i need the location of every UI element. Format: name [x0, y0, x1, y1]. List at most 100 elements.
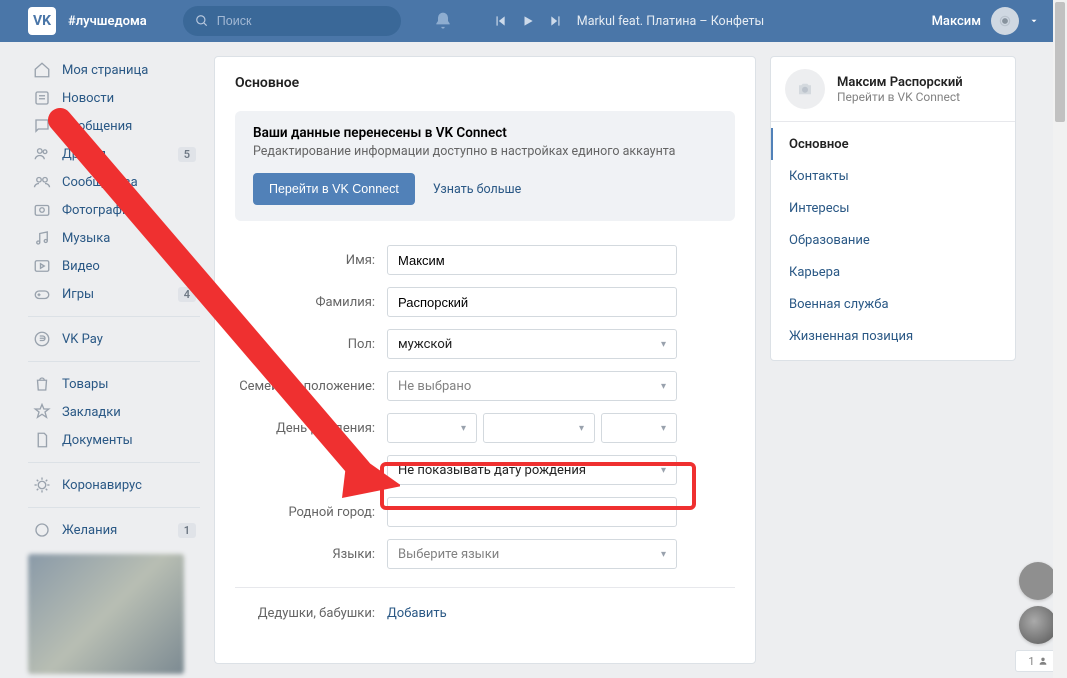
vk-logo[interactable]: VK [28, 7, 56, 35]
nav-docs[interactable]: Документы [28, 426, 200, 454]
tab-0[interactable]: Основное [771, 128, 1015, 160]
divider [235, 587, 735, 588]
profile-box[interactable]: Максим Распорский Перейти в VK Connect [771, 57, 1015, 122]
marital-select[interactable]: Не выбрано▾ [387, 371, 677, 401]
top-header: VK #лучшедома Markul feat. Платина – Кон… [0, 0, 1067, 42]
nav-market[interactable]: Товары [28, 370, 200, 398]
nav-music[interactable]: Музыка [28, 224, 200, 252]
nav-label: VK Pay [62, 332, 103, 347]
nav-separator [28, 361, 200, 362]
nav-label: Фотографии [62, 203, 137, 218]
covid-icon [32, 476, 52, 494]
friends-icon [32, 145, 52, 163]
name-label: Имя: [235, 253, 387, 268]
gender-select[interactable]: мужской▾ [387, 329, 677, 359]
search-icon [195, 14, 209, 28]
nav-groups[interactable]: Сообщества [28, 168, 200, 196]
nav-badge: 4 [178, 287, 196, 302]
nav-badge: 1 [178, 523, 196, 538]
bday-visibility-select[interactable]: Не показывать дату рождения▾ [387, 455, 677, 485]
banner-subtext: Редактирование информации доступно в нас… [253, 144, 717, 159]
nav-covid[interactable]: Коронавирус [28, 471, 200, 499]
banner-title: Ваши данные перенесены в VK Connect [253, 125, 717, 141]
home-icon [32, 61, 52, 79]
pay-icon [32, 330, 52, 348]
nav-label: Новости [62, 91, 114, 106]
tab-6[interactable]: Жизненная позиция [771, 320, 1015, 352]
right-sidebar: Максим Распорский Перейти в VK Connect О… [770, 56, 1016, 361]
nav-separator [28, 462, 200, 463]
news-icon [32, 89, 52, 107]
nav-msg[interactable]: Сообщения [28, 112, 200, 140]
nav-pay[interactable]: VK Pay [28, 325, 200, 353]
next-icon[interactable] [549, 14, 563, 28]
bday-year-select[interactable]: ▾ [601, 413, 677, 443]
goto-vk-connect-button[interactable]: Перейти в VK Connect [253, 173, 415, 205]
user-menu[interactable]: Максим [932, 7, 1057, 35]
bookmarks-icon [32, 403, 52, 421]
bday-label: День рождения: [235, 421, 387, 436]
bday-month-select[interactable]: ▾ [483, 413, 595, 443]
languages-select[interactable]: Выберите языки▾ [387, 539, 677, 569]
avatar-icon [991, 7, 1019, 35]
scrollbar-rail[interactable] [1053, 0, 1067, 678]
wishes-icon [32, 521, 52, 539]
chat-avatar[interactable] [1019, 606, 1057, 644]
nav-separator [28, 507, 200, 508]
tab-2[interactable]: Интересы [771, 192, 1015, 224]
nav-label: Сообщества [62, 175, 138, 190]
nav-bookmarks[interactable]: Закладки [28, 398, 200, 426]
games-icon [32, 285, 52, 303]
profile-name: Максим Распорский [837, 75, 963, 90]
nav-label: Музыка [62, 231, 110, 246]
prev-icon[interactable] [493, 14, 507, 28]
nav-games[interactable]: Игры4 [28, 280, 200, 308]
grandparents-label: Дедушки, бабушки: [235, 606, 387, 621]
nav-promo-thumb[interactable] [28, 554, 184, 674]
gender-label: Пол: [235, 337, 387, 352]
nav-photo[interactable]: Фотографии [28, 196, 200, 224]
nav-badge: 5 [178, 147, 196, 162]
surname-input[interactable] [387, 287, 677, 317]
tab-1[interactable]: Контакты [771, 160, 1015, 192]
surname-label: Фамилия: [235, 295, 387, 310]
search-box[interactable] [183, 6, 401, 36]
nav-label: Видео [62, 259, 100, 274]
marital-label: Семейное положение: [235, 379, 387, 394]
tab-5[interactable]: Военная служба [771, 288, 1015, 320]
bday-day-select[interactable]: ▾ [387, 413, 477, 443]
nav-label: Желания [62, 523, 117, 538]
search-input[interactable] [217, 14, 389, 28]
main-panel: Основное Ваши данные перенесены в VK Con… [214, 56, 756, 664]
chat-avatar[interactable] [1019, 562, 1057, 600]
name-input[interactable] [387, 245, 677, 275]
learn-more-link[interactable]: Узнать больше [433, 182, 521, 197]
bell-icon[interactable] [433, 11, 453, 31]
nav-friends[interactable]: Друзья5 [28, 140, 200, 168]
page-title: Основное [235, 75, 735, 91]
tagline: #лучшедома [68, 14, 147, 29]
user-name: Максим [932, 14, 981, 29]
tab-3[interactable]: Образование [771, 224, 1015, 256]
nav-label: Товары [62, 377, 108, 392]
play-icon[interactable] [521, 14, 535, 28]
nav-separator [28, 316, 200, 317]
nav-news[interactable]: Новости [28, 84, 200, 112]
nav-wishes[interactable]: Желания 1 [28, 516, 200, 544]
nav-label: Закладки [62, 405, 121, 420]
vk-connect-banner: Ваши данные перенесены в VK Connect Реда… [235, 111, 735, 221]
audio-player: Markul feat. Платина – Конфеты [493, 14, 764, 29]
nav-home[interactable]: Моя страница [28, 56, 200, 84]
add-grandparents-link[interactable]: Добавить [387, 606, 447, 621]
nav-video[interactable]: Видео [28, 252, 200, 280]
chevron-down-icon [1029, 16, 1039, 26]
msg-icon [32, 117, 52, 135]
languages-label: Языки: [235, 547, 387, 562]
tab-4[interactable]: Карьера [771, 256, 1015, 288]
left-nav: Моя страница Новости СообщенияДрузья5 Сообщ… [28, 56, 200, 674]
market-icon [32, 375, 52, 393]
track-title[interactable]: Markul feat. Платина – Конфеты [577, 14, 764, 29]
hometown-input[interactable] [387, 497, 677, 527]
photo-icon [32, 201, 52, 219]
scrollbar-thumb[interactable] [1055, 2, 1065, 122]
